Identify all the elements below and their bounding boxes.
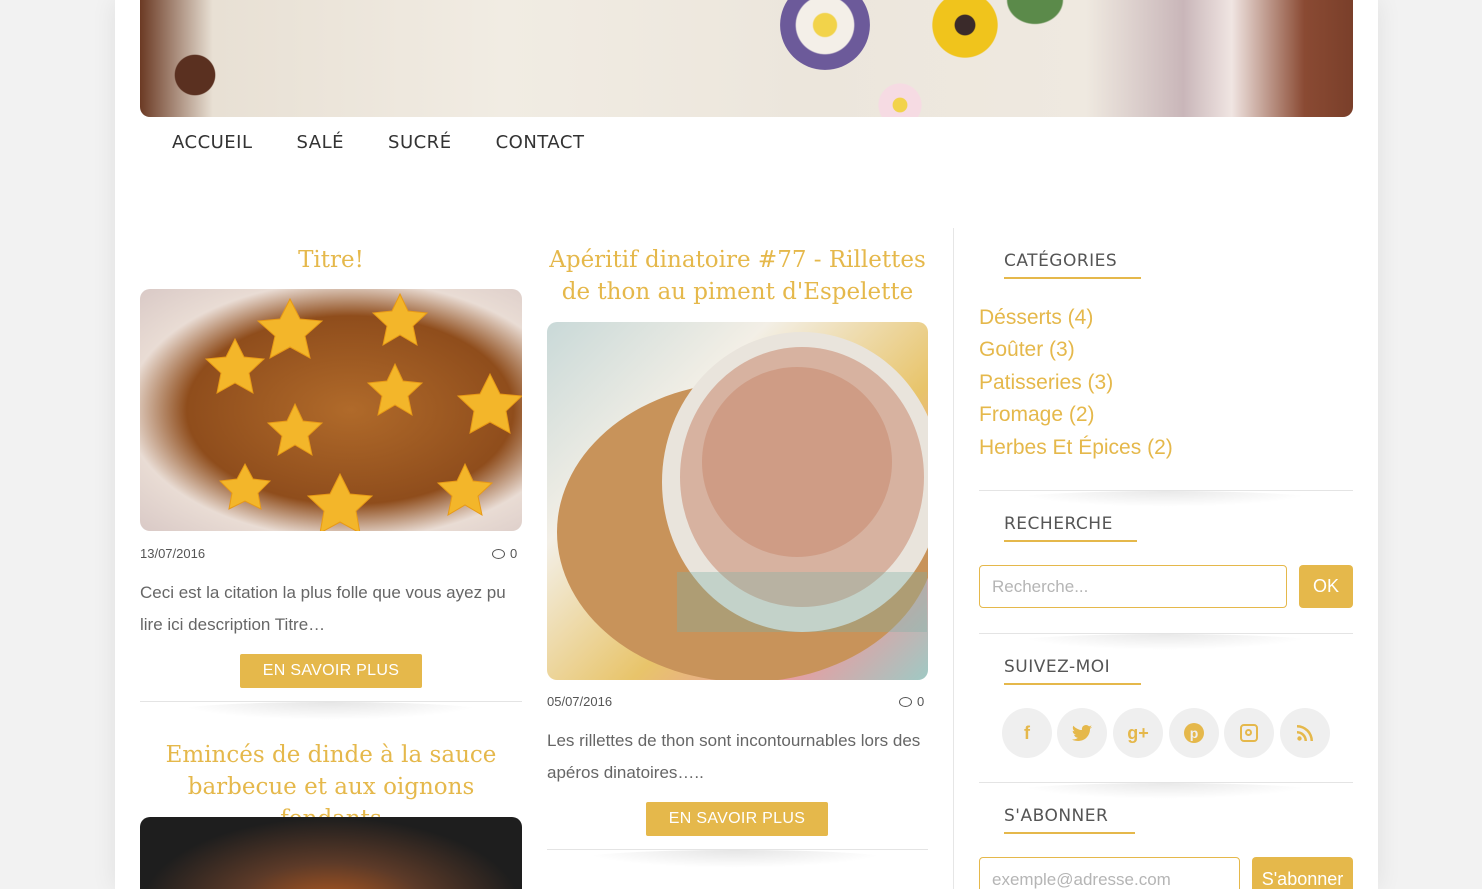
post-thumbnail-aperitif[interactable] [547, 322, 928, 680]
category-link[interactable]: Goûter (3) [979, 338, 1075, 362]
google-plus-icon[interactable]: g+ [1113, 708, 1163, 758]
widget-title-categories: CATÉGORIES [1004, 251, 1141, 279]
read-more-button[interactable]: EN SAVOIR PLUS [646, 802, 828, 836]
post-excerpt: Les rillettes de thon sont incontournabl… [547, 731, 921, 782]
post-title-titre[interactable]: Titre! [140, 244, 522, 276]
comment-count: 0 [917, 694, 925, 709]
post-title-line: Emincés de dinde à la sauce [165, 742, 497, 768]
facebook-icon[interactable]: f [1002, 708, 1052, 758]
page-container: ACCUEIL SALÉ SUCRÉ CONTACT Titre! 13/07/… [115, 0, 1378, 889]
post-title-aperitif[interactable]: Apéritif dinatoire #77 - Rillettes de th… [547, 244, 928, 308]
widget-shadow [1015, 634, 1315, 650]
widget-title-suivez-moi: SUIVEZ-MOI [1004, 657, 1141, 685]
post-shadow [175, 702, 485, 720]
widget-title-recherche: RECHERCHE [1004, 514, 1137, 542]
category-link[interactable]: Patisseries (3) [979, 371, 1113, 395]
category-link[interactable]: Herbes Et Épices (2) [979, 436, 1173, 460]
nav-item-sucre[interactable]: SUCRÉ [388, 132, 452, 153]
post-excerpt: Ceci est la citation la plus folle que v… [140, 583, 506, 634]
main-nav: ACCUEIL SALÉ SUCRÉ CONTACT [172, 132, 584, 153]
email-field[interactable]: exemple@adresse.com [979, 857, 1240, 889]
post-comments[interactable]: 0 [492, 546, 517, 561]
widget-title-sabonner: S'ABONNER [1004, 806, 1135, 834]
post-shadow [580, 850, 890, 868]
comment-icon [899, 696, 912, 707]
post-date: 13/07/2016 [140, 546, 206, 561]
subscribe-button[interactable]: S'abonner [1252, 857, 1353, 889]
rillettes-bowl-image [557, 332, 928, 680]
rss-icon[interactable] [1280, 708, 1330, 758]
read-more-button[interactable]: EN SAVOIR PLUS [240, 654, 422, 688]
post-date: 05/07/2016 [547, 694, 613, 709]
comment-count: 0 [510, 546, 518, 561]
nav-item-contact[interactable]: CONTACT [496, 132, 585, 153]
post-thumbnail-eminces[interactable] [140, 817, 522, 889]
nav-item-sale[interactable]: SALÉ [297, 132, 344, 153]
sidebar-divider [953, 228, 954, 889]
post-comments[interactable]: 0 [899, 694, 924, 709]
rss-waves-shape [1297, 725, 1313, 741]
instagram-icon[interactable] [1224, 708, 1274, 758]
category-link[interactable]: Désserts (4) [979, 306, 1093, 330]
search-input[interactable]: Recherche... [979, 565, 1287, 608]
category-link[interactable]: Fromage (2) [979, 403, 1095, 427]
post-thumbnail-titre[interactable] [140, 289, 522, 531]
widget-shadow [1015, 491, 1315, 507]
twitter-icon[interactable] [1057, 708, 1107, 758]
pinterest-icon[interactable]: p [1169, 708, 1219, 758]
comment-icon [492, 548, 505, 559]
twitter-bird-shape [1072, 725, 1092, 741]
nav-item-accueil[interactable]: ACCUEIL [172, 132, 253, 153]
widget-shadow [1015, 783, 1315, 799]
post-title-line: Apéritif dinatoire #77 - Rillettes [549, 247, 926, 273]
pinterest-glyph: p [1184, 723, 1204, 743]
search-ok-button[interactable]: OK [1299, 565, 1353, 608]
star-cookies-image [204, 292, 522, 531]
post-title-line: de thon au piment d'Espelette [561, 279, 914, 305]
header-banner-image [140, 0, 1353, 117]
instagram-glyph [1240, 724, 1258, 742]
